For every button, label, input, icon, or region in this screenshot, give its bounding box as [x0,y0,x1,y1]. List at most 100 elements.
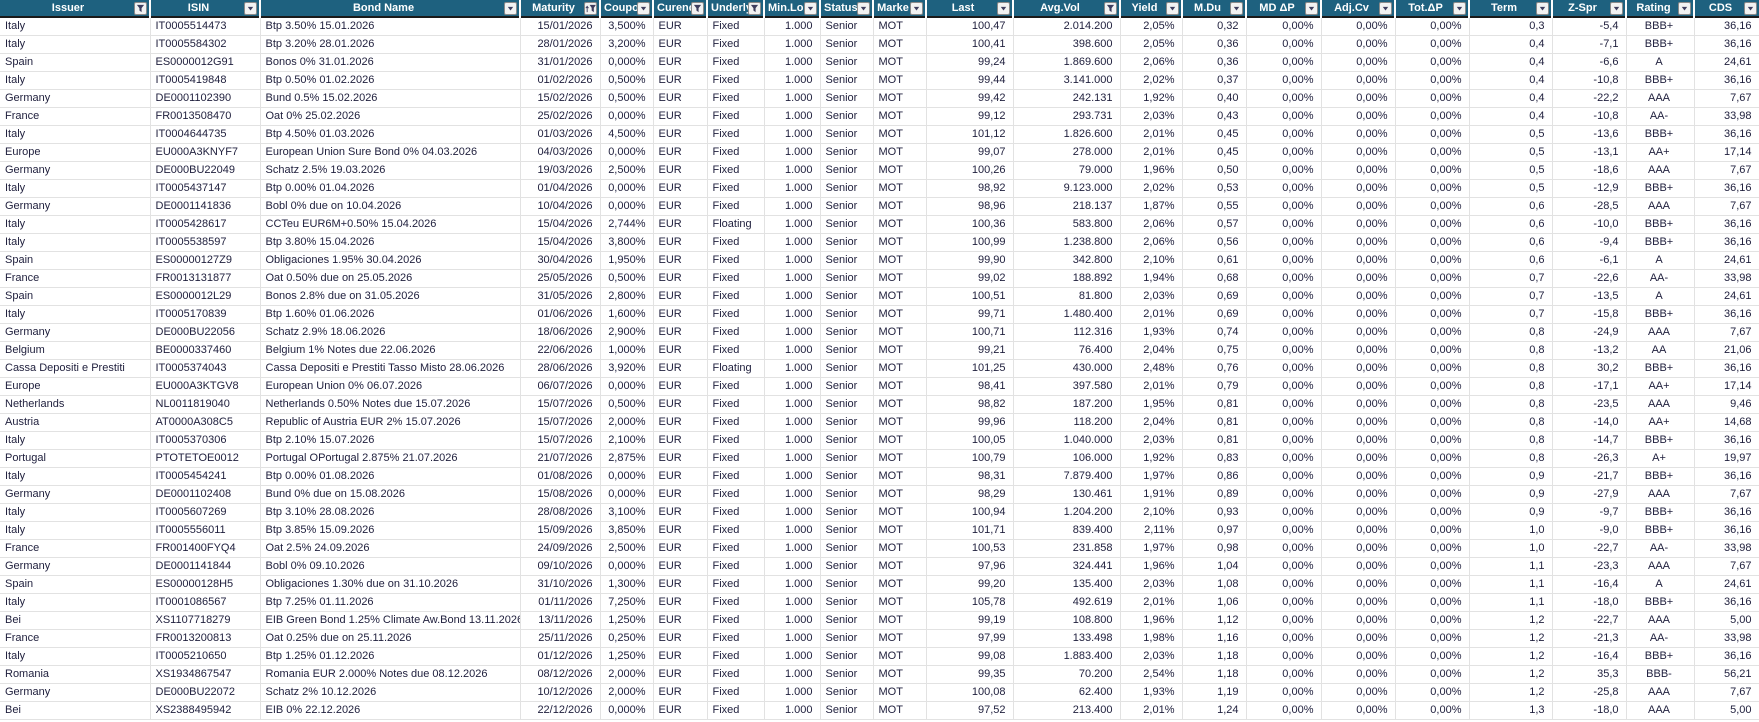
cell-rating[interactable]: A+ [1626,450,1694,468]
cell-market[interactable]: MOT [873,342,926,360]
cell-market[interactable]: MOT [873,270,926,288]
cell-underlying[interactable]: Fixed [707,666,764,684]
cell-market[interactable]: MOT [873,288,926,306]
cell-last[interactable]: 100,05 [926,432,1013,450]
cell-z-spr[interactable]: -5,4 [1552,17,1626,36]
cell-isin[interactable]: IT0005556011 [150,522,260,540]
cell-status[interactable]: Senior [820,666,873,684]
cell-maturity[interactable]: 09/10/2026 [520,558,600,576]
cell-yield[interactable]: 2,03% [1120,288,1182,306]
cell-yield[interactable]: 1,95% [1120,396,1182,414]
cell-maturity[interactable]: 01/12/2026 [520,648,600,666]
cell-underlying[interactable]: Fixed [707,396,764,414]
cell-coupon[interactable]: 4,500% [600,126,653,144]
cell-coupon[interactable]: 2,000% [600,414,653,432]
cell-rating[interactable]: AA- [1626,540,1694,558]
cell-issuer[interactable]: Spain [0,576,150,594]
cell-last[interactable]: 99,44 [926,72,1013,90]
cell-cds[interactable]: 7,67 [1694,684,1759,702]
cell-coupon[interactable]: 0,000% [600,198,653,216]
cell-cds[interactable]: 7,67 [1694,558,1759,576]
cell-underlying[interactable]: Fixed [707,180,764,198]
cell-cds[interactable]: 36,16 [1694,504,1759,522]
cell-last[interactable]: 99,42 [926,90,1013,108]
cell-status[interactable]: Senior [820,17,873,36]
cell-cds[interactable]: 36,16 [1694,17,1759,36]
cell-bond-name[interactable]: Republic of Austria EUR 2% 15.07.2026 [260,414,520,432]
cell-term[interactable]: 0,3 [1469,17,1552,36]
cell-coupon[interactable]: 1,950% [600,252,653,270]
cell-z-spr[interactable]: -6,6 [1552,54,1626,72]
cell-adj-cv[interactable]: 0,00% [1321,126,1395,144]
cell-rating[interactable]: AA- [1626,630,1694,648]
cell-tot-dp[interactable]: 0,00% [1395,17,1469,36]
cell-yield[interactable]: 1,96% [1120,558,1182,576]
cell-cds[interactable]: 7,67 [1694,198,1759,216]
cell-yield[interactable]: 2,03% [1120,432,1182,450]
cell-yield[interactable]: 2,04% [1120,414,1182,432]
cell-currency[interactable]: EUR [653,324,707,342]
cell-yield[interactable]: 2,01% [1120,378,1182,396]
cell-isin[interactable]: EU000A3KNYF7 [150,144,260,162]
cell-last[interactable]: 98,29 [926,486,1013,504]
dropdown-icon[interactable] [857,2,870,15]
dropdown-icon[interactable] [1744,2,1757,15]
cell-yield[interactable]: 2,03% [1120,108,1182,126]
cell-status[interactable]: Senior [820,486,873,504]
cell-isin[interactable]: XS1934867547 [150,666,260,684]
cell-cds[interactable]: 33,98 [1694,630,1759,648]
cell-cds[interactable]: 5,00 [1694,702,1759,720]
cell-tot-dp[interactable]: 0,00% [1395,468,1469,486]
cell-avg-vol[interactable]: 242.131 [1013,90,1120,108]
cell-term[interactable]: 0,8 [1469,342,1552,360]
cell-market[interactable]: MOT [873,666,926,684]
cell-maturity[interactable]: 01/03/2026 [520,126,600,144]
cell-cds[interactable]: 36,16 [1694,36,1759,54]
cell-adj-cv[interactable]: 0,00% [1321,162,1395,180]
cell-min-lot[interactable]: 1.000 [764,594,820,612]
cell-isin[interactable]: EU000A3KTGV8 [150,378,260,396]
cell-isin[interactable]: ES00000127Z9 [150,252,260,270]
cell-avg-vol[interactable]: 278.000 [1013,144,1120,162]
cell-rating[interactable]: BBB+ [1626,648,1694,666]
cell-currency[interactable]: EUR [653,126,707,144]
cell-term[interactable]: 0,4 [1469,90,1552,108]
cell-underlying[interactable]: Fixed [707,558,764,576]
cell-currency[interactable]: EUR [653,594,707,612]
cell-rating[interactable]: AAA [1626,324,1694,342]
cell-currency[interactable]: EUR [653,684,707,702]
cell-adj-cv[interactable]: 0,00% [1321,666,1395,684]
cell-rating[interactable]: BBB+ [1626,522,1694,540]
cell-rating[interactable]: BBB+ [1626,360,1694,378]
cell-market[interactable]: MOT [873,378,926,396]
cell-market[interactable]: MOT [873,90,926,108]
cell-adj-cv[interactable]: 0,00% [1321,486,1395,504]
cell-maturity[interactable]: 15/01/2026 [520,17,600,36]
cell-tot-dp[interactable]: 0,00% [1395,504,1469,522]
cell-bond-name[interactable]: EIB 0% 22.12.2026 [260,702,520,720]
dropdown-icon[interactable] [1166,2,1179,15]
cell-m-dur[interactable]: 0,93 [1182,504,1246,522]
cell-rating[interactable]: AAA [1626,396,1694,414]
cell-last[interactable]: 99,35 [926,666,1013,684]
cell-bond-name[interactable]: Btp 2.10% 15.07.2026 [260,432,520,450]
cell-coupon[interactable]: 0,500% [600,90,653,108]
cell-coupon[interactable]: 0,500% [600,396,653,414]
cell-underlying[interactable]: Fixed [707,342,764,360]
cell-status[interactable]: Senior [820,594,873,612]
cell-underlying[interactable]: Fixed [707,450,764,468]
cell-m-dur[interactable]: 0,32 [1182,17,1246,36]
dropdown-icon[interactable] [1305,2,1318,15]
cell-tot-dp[interactable]: 0,00% [1395,288,1469,306]
cell-yield[interactable]: 2,11% [1120,522,1182,540]
cell-cds[interactable]: 21,06 [1694,342,1759,360]
cell-z-spr[interactable]: -13,6 [1552,126,1626,144]
cell-m-dur[interactable]: 1,08 [1182,576,1246,594]
cell-adj-cv[interactable]: 0,00% [1321,558,1395,576]
cell-isin[interactable]: IT0005374043 [150,360,260,378]
cell-rating[interactable]: BBB+ [1626,504,1694,522]
cell-maturity[interactable]: 31/05/2026 [520,288,600,306]
cell-issuer[interactable]: Italy [0,522,150,540]
cell-last[interactable]: 101,12 [926,126,1013,144]
cell-status[interactable]: Senior [820,126,873,144]
